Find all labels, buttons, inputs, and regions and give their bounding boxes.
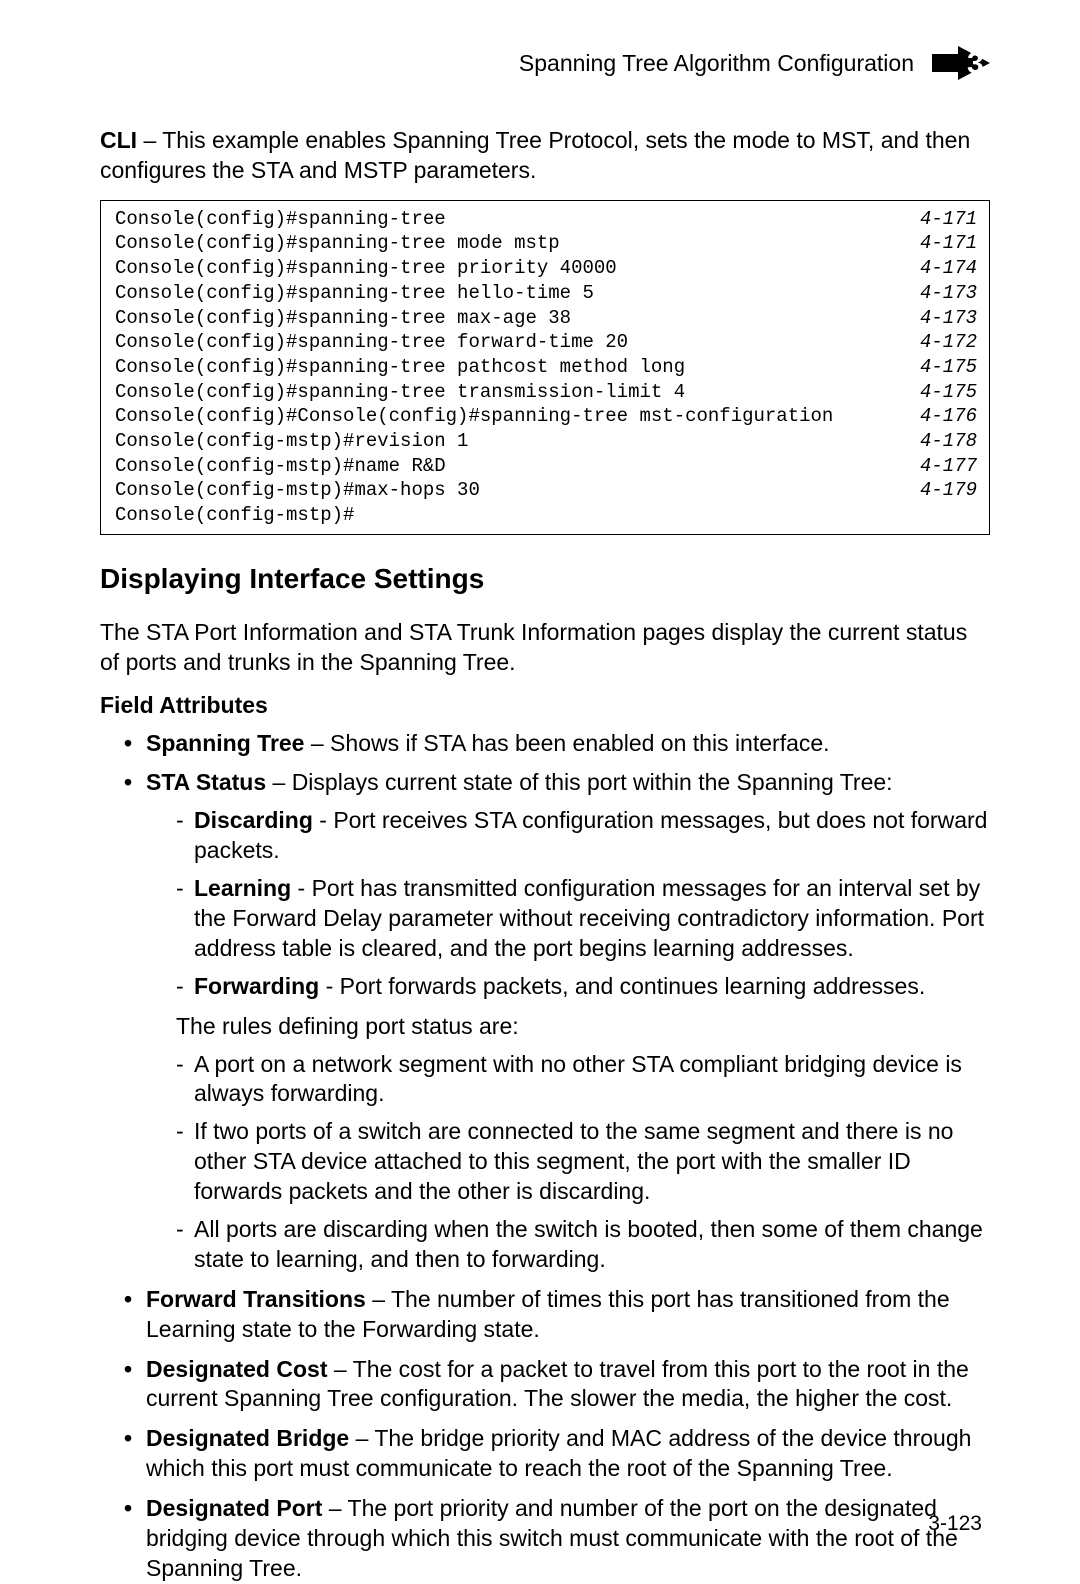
attr-text: – Shows if STA has been enabled on this … bbox=[304, 730, 829, 756]
attr-term: Designated Bridge bbox=[146, 1425, 349, 1451]
code-line: Console(config)#spanning-tree hello-time… bbox=[115, 281, 977, 306]
list-item: Designated Bridge – The bridge priority … bbox=[124, 1424, 990, 1484]
cli-code-block: Console(config)#spanning-tree4-171Consol… bbox=[100, 200, 990, 535]
page-header: Spanning Tree Algorithm Configuration 3 bbox=[100, 40, 990, 86]
attr-text: - Port receives STA configuration messag… bbox=[194, 807, 987, 863]
code-line: Console(config)#Console(config)#spanning… bbox=[115, 404, 977, 429]
code-line: Console(config)#spanning-tree mode mstp 4… bbox=[115, 231, 977, 256]
attr-text: - Port forwards packets, and continues l… bbox=[319, 973, 925, 999]
code-line: Console(config-mstp)#revision 1 4-178 bbox=[115, 429, 977, 454]
attr-term: Designated Cost bbox=[146, 1356, 327, 1382]
code-ref: 4-175 bbox=[920, 380, 977, 405]
list-item: Designated Port – The port priority and … bbox=[124, 1494, 990, 1584]
code-command: Console(config-mstp)#name R&D bbox=[115, 454, 446, 479]
code-command: Console(config)#spanning-tree mode mstp bbox=[115, 231, 560, 256]
code-line: Console(config)#spanning-tree 4-171 bbox=[115, 207, 977, 232]
section-heading: Displaying Interface Settings bbox=[100, 563, 990, 595]
code-command: Console(config)#spanning-tree transmissi… bbox=[115, 380, 685, 405]
header-title: Spanning Tree Algorithm Configuration bbox=[519, 50, 914, 77]
code-ref: 4-171 bbox=[920, 231, 977, 256]
attr-term: Designated Port bbox=[146, 1495, 322, 1521]
code-line: Console(config-mstp)#name R&D 4-177 bbox=[115, 454, 977, 479]
intro-text: – This example enables Spanning Tree Pro… bbox=[100, 127, 970, 183]
document-page: Spanning Tree Algorithm Configuration 3 … bbox=[0, 0, 1080, 1570]
code-command: Console(config-mstp)#revision 1 bbox=[115, 429, 468, 454]
rules-intro: The rules defining port status are: bbox=[176, 1012, 990, 1042]
code-line: Console(config)#spanning-tree pathcost m… bbox=[115, 355, 977, 380]
list-item: Designated Cost – The cost for a packet … bbox=[124, 1355, 990, 1415]
section-intro: The STA Port Information and STA Trunk I… bbox=[100, 618, 990, 678]
field-attributes-list: Spanning Tree – Shows if STA has been en… bbox=[124, 729, 990, 1584]
code-command: Console(config)#spanning-tree hello-time… bbox=[115, 281, 594, 306]
code-line: Console(config)#spanning-tree priority 4… bbox=[115, 256, 977, 281]
code-line: Console(config)#spanning-tree max-age 38… bbox=[115, 306, 977, 331]
code-command: Console(config)#spanning-tree max-age 38 bbox=[115, 306, 571, 331]
code-command: Console(config)#spanning-tree priority 4… bbox=[115, 256, 617, 281]
attr-term: STA Status bbox=[146, 769, 266, 795]
field-attributes-heading: Field Attributes bbox=[100, 692, 990, 719]
code-ref: 4-177 bbox=[920, 454, 977, 479]
code-line: Console(config)#spanning-tree forward-ti… bbox=[115, 330, 977, 355]
list-item: Forwarding - Port forwards packets, and … bbox=[176, 972, 990, 1002]
chapter-icon: 3 bbox=[932, 40, 990, 86]
code-ref: 4-174 bbox=[920, 256, 977, 281]
code-ref: 4-178 bbox=[920, 429, 977, 454]
attr-term: Discarding bbox=[194, 807, 313, 833]
code-line: Console(config-mstp)#max-hops 30 4-179 bbox=[115, 478, 977, 503]
attr-term: Forward Transitions bbox=[146, 1286, 366, 1312]
code-ref: 4-173 bbox=[920, 306, 977, 331]
code-line: Console(config-mstp)# bbox=[115, 503, 977, 528]
code-ref: 4-172 bbox=[920, 330, 977, 355]
code-command: Console(config-mstp)#max-hops 30 bbox=[115, 478, 480, 503]
code-command: Console(config)#spanning-tree forward-ti… bbox=[115, 330, 628, 355]
list-item: Learning - Port has transmitted configur… bbox=[176, 874, 990, 964]
list-item: All ports are discarding when the switch… bbox=[176, 1215, 990, 1275]
list-item: If two ports of a switch are connected t… bbox=[176, 1117, 990, 1207]
attr-term: Forwarding bbox=[194, 973, 319, 999]
attr-text: - Port has transmitted configuration mes… bbox=[194, 875, 984, 961]
page-number: 3-123 bbox=[928, 1512, 982, 1536]
chapter-number: 3 bbox=[967, 47, 984, 80]
code-ref: 4-175 bbox=[920, 355, 977, 380]
code-ref: 4-173 bbox=[920, 281, 977, 306]
attr-term: Learning bbox=[194, 875, 291, 901]
code-ref: 4-179 bbox=[920, 478, 977, 503]
rules-sublist: A port on a network segment with no othe… bbox=[176, 1050, 990, 1275]
attr-term: Spanning Tree bbox=[146, 730, 304, 756]
list-item: Forward Transitions – The number of time… bbox=[124, 1285, 990, 1345]
intro-paragraph: CLI – This example enables Spanning Tree… bbox=[100, 126, 990, 186]
sta-status-sublist: Discarding - Port receives STA configura… bbox=[176, 806, 990, 1001]
code-command: Console(config)#spanning-tree pathcost m… bbox=[115, 355, 685, 380]
code-line: Console(config)#spanning-tree transmissi… bbox=[115, 380, 977, 405]
intro-label: CLI bbox=[100, 127, 137, 153]
list-item: A port on a network segment with no othe… bbox=[176, 1050, 990, 1110]
attr-text: – Displays current state of this port wi… bbox=[266, 769, 892, 795]
code-command: Console(config)#spanning-tree bbox=[115, 207, 446, 232]
list-item: STA Status – Displays current state of t… bbox=[124, 768, 990, 1274]
list-item: Discarding - Port receives STA configura… bbox=[176, 806, 990, 866]
code-ref: 4-171 bbox=[920, 207, 977, 232]
code-command: Console(config-mstp)# bbox=[115, 503, 354, 528]
list-item: Spanning Tree – Shows if STA has been en… bbox=[124, 729, 990, 759]
code-command: Console(config)#Console(config)#spanning… bbox=[115, 404, 833, 429]
code-ref: 4-176 bbox=[920, 404, 977, 429]
